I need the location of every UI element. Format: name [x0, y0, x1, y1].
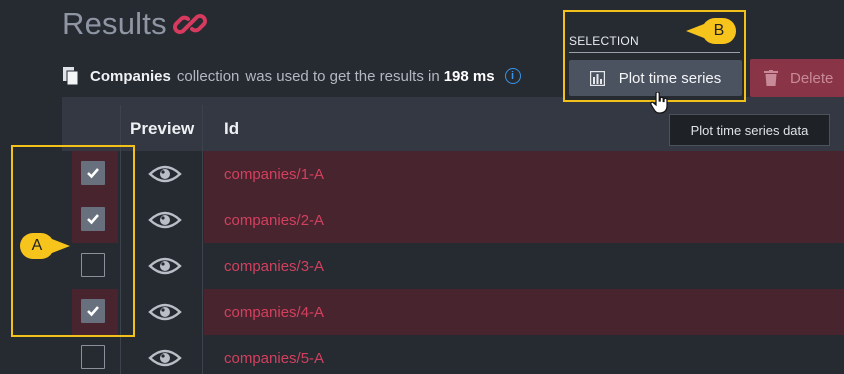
preview-cell	[128, 197, 202, 243]
hand-cursor-icon	[650, 92, 668, 114]
plot-time-series-button[interactable]: Plot time series	[569, 60, 742, 96]
eye-icon[interactable]	[148, 256, 182, 276]
document-icon	[63, 67, 79, 86]
table-row[interactable]: companies/1-A	[62, 151, 844, 197]
collection-name: Companies	[90, 67, 171, 85]
duration-label: was used to get the results in	[245, 67, 440, 85]
preview-cell	[128, 151, 202, 197]
preview-cell	[128, 289, 202, 335]
callout-b-badge: B	[686, 18, 736, 44]
table-row[interactable]: companies/3-A	[62, 243, 844, 289]
document-id-link[interactable]: companies/5-A	[204, 335, 844, 374]
bar-chart-icon	[589, 70, 605, 86]
callout-a-badge: A	[20, 233, 70, 259]
eye-icon[interactable]	[148, 302, 182, 322]
document-id-link[interactable]: companies/3-A	[204, 243, 844, 289]
selection-label: SELECTION	[569, 34, 639, 48]
document-id-link[interactable]: companies/2-A	[204, 197, 844, 243]
results-page: Results Companies collection was used to…	[0, 0, 844, 374]
eye-icon[interactable]	[148, 210, 182, 230]
link-icon	[172, 14, 207, 34]
table-row[interactable]: companies/2-A	[62, 197, 844, 243]
eye-icon[interactable]	[148, 348, 182, 368]
column-header-preview[interactable]: Preview	[130, 119, 194, 139]
trash-icon	[764, 70, 778, 86]
column-header-id[interactable]: Id	[224, 119, 239, 139]
table-row[interactable]: companies/5-A	[62, 335, 844, 374]
document-id-link[interactable]: companies/1-A	[204, 151, 844, 197]
collection-label: collection	[176, 67, 240, 85]
row-checkbox[interactable]	[81, 345, 105, 369]
plot-button-label: Plot time series	[618, 69, 722, 87]
preview-cell	[128, 335, 202, 374]
title-row: Results	[62, 6, 207, 42]
page-title: Results	[62, 6, 167, 41]
delete-button[interactable]: Delete	[750, 59, 844, 97]
document-id-link[interactable]: companies/4-A	[204, 289, 844, 335]
row-select-cell	[72, 335, 118, 374]
preview-cell	[128, 243, 202, 289]
eye-icon[interactable]	[148, 164, 182, 184]
delete-button-label: Delete	[790, 69, 834, 87]
table-row[interactable]: companies/4-A	[62, 289, 844, 335]
selection-divider	[569, 52, 740, 53]
query-info: Companies collection was used to get the…	[62, 66, 521, 86]
info-icon[interactable]: i	[504, 68, 521, 84]
duration-value: 198 ms	[443, 67, 495, 85]
plot-tooltip: Plot time series data	[669, 114, 830, 146]
